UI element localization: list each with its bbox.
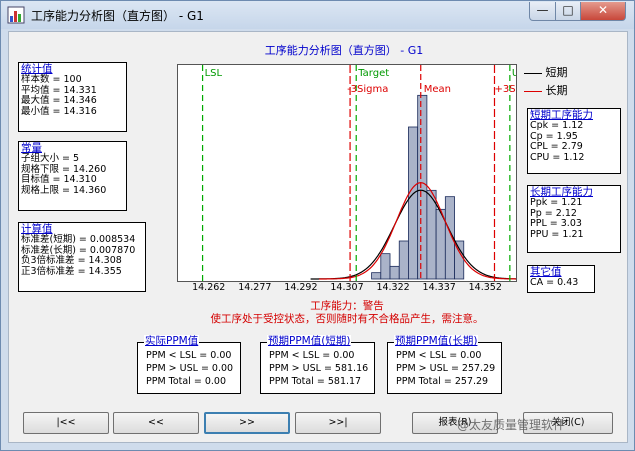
constant-row: 规格上限 = 14.360 (21, 184, 107, 196)
ppm-row: PPM < LSL = 0.00 (269, 350, 355, 361)
x-tick-label: 14.307 (330, 282, 364, 293)
x-tick-label: 14.352 (468, 282, 502, 293)
ppm-long-panel: 预期PPM值(长期) PPM < LSL = 0.00 PPM > USL = … (387, 335, 502, 394)
histogram-bar (371, 272, 382, 280)
other-row: CA = 0.43 (530, 277, 579, 288)
ppm-row: PPM Total = 257.29 (396, 376, 489, 387)
constant-row: 目标值 = 14.310 (21, 174, 97, 185)
usl-label: USL (512, 68, 516, 79)
warning-message: 使工序处于受控状态，否则随时有不合格品产生，需注意。 (210, 313, 484, 325)
short-term-panel: 短期工序能力 Cpk = 1.12 Cp = 1.95 CPL = 2.79 C… (527, 108, 621, 174)
histogram-bar (380, 253, 391, 280)
short-term-row: CPU = 1.12 (530, 151, 585, 163)
x-tick-label: 14.337 (422, 282, 456, 293)
mean-label: Mean (424, 84, 451, 95)
legend-short: 短期 (524, 64, 568, 80)
histogram-bar (417, 94, 428, 280)
legend-long-label: 长期 (545, 84, 568, 97)
short-term-row: Cpk = 1.12 (530, 120, 584, 131)
window-title: 工序能力分析图（直方图） - G1 (31, 9, 204, 23)
watermark: @太友质量管理软件 (457, 418, 566, 432)
histogram-bar (426, 189, 437, 280)
title-bar[interactable]: 工序能力分析图（直方图） - G1 — □ ✕ (1, 1, 634, 29)
histogram-bar (389, 265, 400, 280)
last-page-button[interactable]: >>| (295, 412, 381, 434)
calc-row: 标准差(短期) = 0.008534 (21, 234, 136, 245)
warning-title: 工序能力：警告 (310, 300, 384, 312)
ppm-row: PPM > USL = 0.00 (146, 363, 234, 374)
ppm-row: PPM > USL = 581.16 (269, 363, 369, 374)
target-label: Target (357, 68, 389, 79)
short-term-row: CPL = 2.79 (530, 141, 583, 152)
lsl-label: LSL (205, 68, 223, 79)
app-window: 工序能力分析图（直方图） - G1 — □ ✕ 工序能力分析图（直方图） - G… (0, 0, 635, 451)
close-window-button[interactable]: ✕ (580, 2, 626, 21)
capability-warning: 工序能力：警告 使工序处于受控状态，否则随时有不合格品产生，需注意。 (177, 300, 517, 326)
prev-page-button[interactable]: << (113, 412, 199, 434)
long-term-row: PPU = 1.21 (530, 228, 584, 240)
long-term-row: Ppk = 1.21 (530, 197, 583, 208)
stat-row: 最小值 = 14.316 (21, 105, 97, 117)
chart-app-icon (7, 6, 25, 24)
constant-row: 子组大小 = 5 (21, 153, 80, 164)
stat-row: 样本数 = 100 (21, 74, 82, 85)
client-area: 工序能力分析图（直方图） - G1 统计值 样本数 = 100 平均值 = 14… (8, 31, 628, 443)
stat-row: 最大值 = 14.346 (21, 95, 97, 106)
ppm-row: PPM < LSL = 0.00 (396, 350, 482, 361)
ppm-actual-header: 实际PPM值 (144, 335, 200, 348)
next-page-button[interactable]: >> (204, 412, 290, 434)
x-tick-label: 14.277 (238, 282, 272, 293)
x-tick-label: 14.292 (284, 282, 318, 293)
stats-panel: 统计值 样本数 = 100 平均值 = 14.331 最大值 = 14.346 … (18, 62, 127, 132)
ppm-row: PPM Total = 0.00 (146, 376, 227, 387)
legend-long-swatch (524, 90, 542, 92)
plus-3sigma-label: +3Sigma (494, 84, 516, 95)
ppm-row: PPM > USL = 257.29 (396, 363, 496, 374)
histogram-svg: LSL Target USL -3Sigma Mean +3Sigma (201, 65, 541, 281)
legend-short-label: 短期 (545, 66, 568, 79)
maximize-button[interactable]: □ (555, 2, 581, 21)
constants-panel: 常量 子组大小 = 5 规格下限 = 14.260 目标值 = 14.310 规… (18, 141, 127, 211)
histogram-bar (398, 240, 409, 280)
first-page-button[interactable]: |<< (23, 412, 109, 434)
x-tick-label: 14.322 (376, 282, 410, 293)
ppm-short-panel: 预期PPM值(短期) PPM < LSL = 0.00 PPM > USL = … (260, 335, 375, 394)
ppm-actual-panel: 实际PPM值 PPM < LSL = 0.00 PPM > USL = 0.00… (137, 335, 241, 394)
ppm-short-header: 预期PPM值(短期) (267, 335, 352, 348)
calc-panel: 计算值 标准差(短期) = 0.008534 标准差(长期) = 0.00787… (18, 222, 146, 292)
ppm-row: PPM < LSL = 0.00 (146, 350, 232, 361)
calc-row: 正3倍标准差 = 14.355 (21, 265, 122, 277)
long-term-row: PPL = 3.03 (530, 218, 582, 229)
legend-long: 长期 (524, 82, 568, 98)
x-tick-label: 14.262 (192, 282, 226, 293)
other-panel: 其它值 CA = 0.43 (527, 265, 595, 293)
histogram-bar (408, 126, 419, 280)
ppm-row: PPM Total = 581.17 (269, 376, 362, 387)
long-term-panel: 长期工序能力 Ppk = 1.21 Pp = 2.12 PPL = 3.03 P… (527, 185, 621, 253)
legend-short-swatch (524, 72, 542, 74)
calc-row: 负3倍标准差 = 14.308 (21, 255, 122, 266)
minimize-button[interactable]: — (529, 2, 556, 21)
minus-3sigma-label: -3Sigma (347, 84, 388, 95)
chart-title: 工序能力分析图（直方图） - G1 (264, 44, 424, 57)
histogram-plot: LSL Target USL -3Sigma Mean +3Sigma (177, 64, 541, 282)
ppm-long-header: 预期PPM值(长期) (394, 335, 479, 348)
